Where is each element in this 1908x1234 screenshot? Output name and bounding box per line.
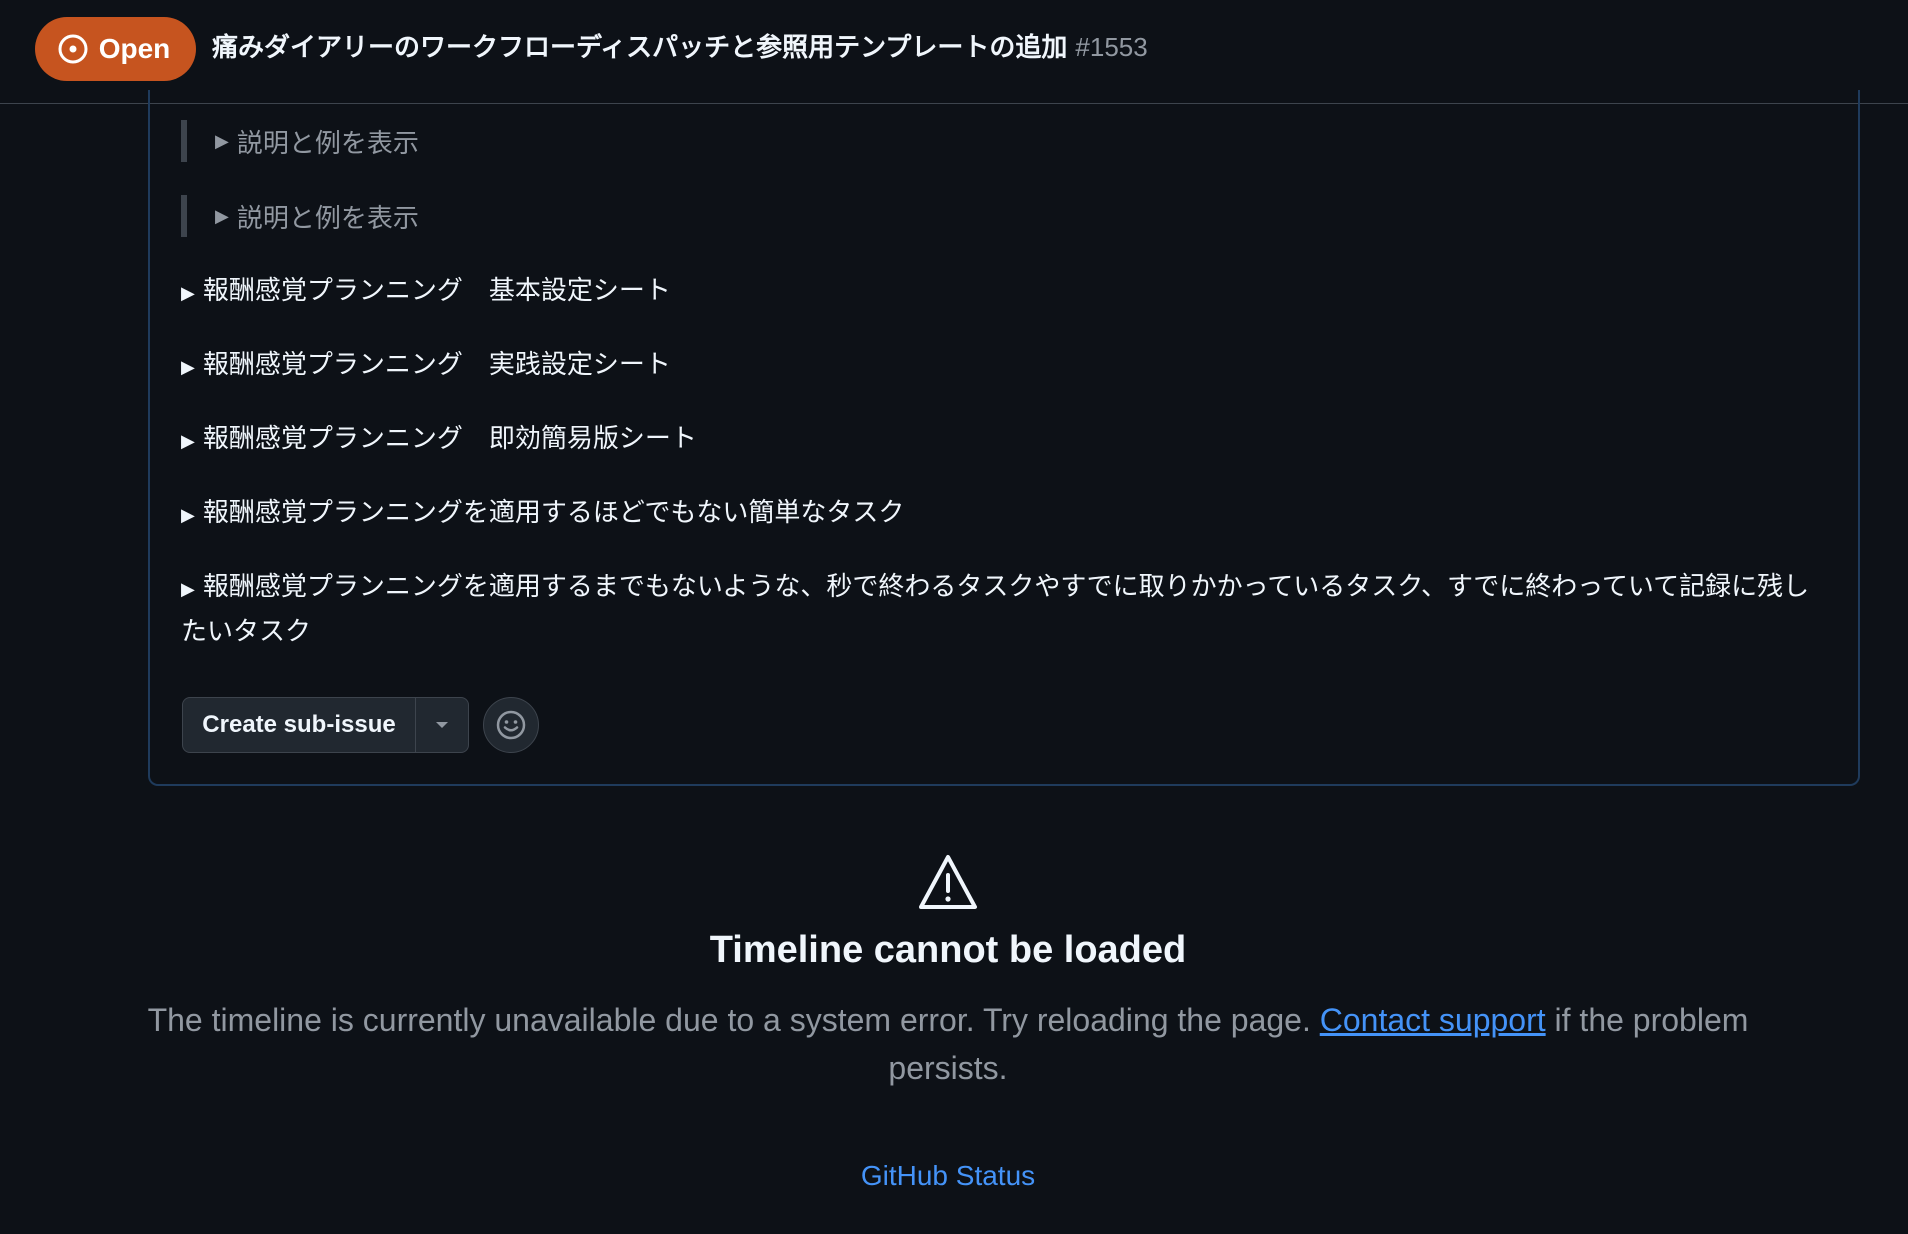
create-sub-issue-dropdown[interactable] [416,698,468,752]
quote-details-1[interactable]: ▶ 説明と例を表示 [181,120,419,162]
disclosure-triangle-icon: ▶ [181,357,195,377]
disclosure-triangle-icon: ▶ [215,205,229,226]
create-sub-issue-group: Create sub-issue [182,697,469,753]
triangle-down-icon [436,722,448,728]
disclosure-triangle-icon: ▶ [181,431,195,451]
details-basic-sheet[interactable]: ▶ 報酬感覚プランニング 基本設定シート [181,269,671,314]
details-quick-sheet[interactable]: ▶ 報酬感覚プランニング 即効簡易版シート [181,417,697,462]
disclosure-triangle-icon: ▶ [181,579,195,599]
error-message-text: The timeline is currently unavailable du… [147,1002,1320,1038]
issue-header: Open 痛みダイアリーのワークフローディスパッチと参照用テンプレートの追加 #1… [0,0,1908,104]
details-label: 報酬感覚プランニングを適用するほどでもない簡単なタスク [202,497,905,527]
timeline-error-message: The timeline is currently unavailable du… [120,996,1776,1092]
details-label: 報酬感覚プランニング 即効簡易版シート [202,423,697,453]
quote-details-2[interactable]: ▶ 説明と例を表示 [181,195,419,237]
issue-title: 痛みダイアリーのワークフローディスパッチと参照用テンプレートの追加 #1553 [212,27,1148,67]
timeline-error-title: Timeline cannot be loaded [709,929,1187,971]
state-label: Open [98,33,171,64]
issue-opened-icon [58,34,88,64]
add-reaction-button[interactable] [483,697,539,753]
alert-icon [919,855,977,909]
details-practice-sheet[interactable]: ▶ 報酬感覚プランニング 実践設定シート [181,343,671,388]
quote-details-label: 説明と例を表示 [236,127,419,158]
details-label: 報酬感覚プランニング 実践設定シート [202,349,671,379]
state-badge-open: Open [35,17,196,81]
contact-support-link[interactable]: Contact support [1320,1002,1546,1038]
create-sub-issue-button[interactable]: Create sub-issue [183,698,416,752]
details-instant-task[interactable]: ▶ 報酬感覚プランニングを適用するまでもないような、秒で終わるタスクやすでに取りか… [181,565,1821,652]
disclosure-triangle-icon: ▶ [181,505,195,525]
details-simple-task[interactable]: ▶ 報酬感覚プランニングを適用するほどでもない簡単なタスク [181,491,904,536]
github-status-link[interactable]: GitHub Status [0,1156,1896,1196]
quote-details-label: 説明と例を表示 [236,202,419,233]
disclosure-triangle-icon: ▶ [215,130,229,151]
details-label: 報酬感覚プランニングを適用するまでもないような、秒で終わるタスクやすでに取りかか… [181,571,1810,646]
details-label: 報酬感覚プランニング 基本設定シート [202,275,671,305]
disclosure-triangle-icon: ▶ [181,283,195,303]
issue-title-text: 痛みダイアリーのワークフローディスパッチと参照用テンプレートの追加 [212,32,1068,62]
smiley-icon [496,710,526,740]
issue-number: #1553 [1075,32,1148,62]
